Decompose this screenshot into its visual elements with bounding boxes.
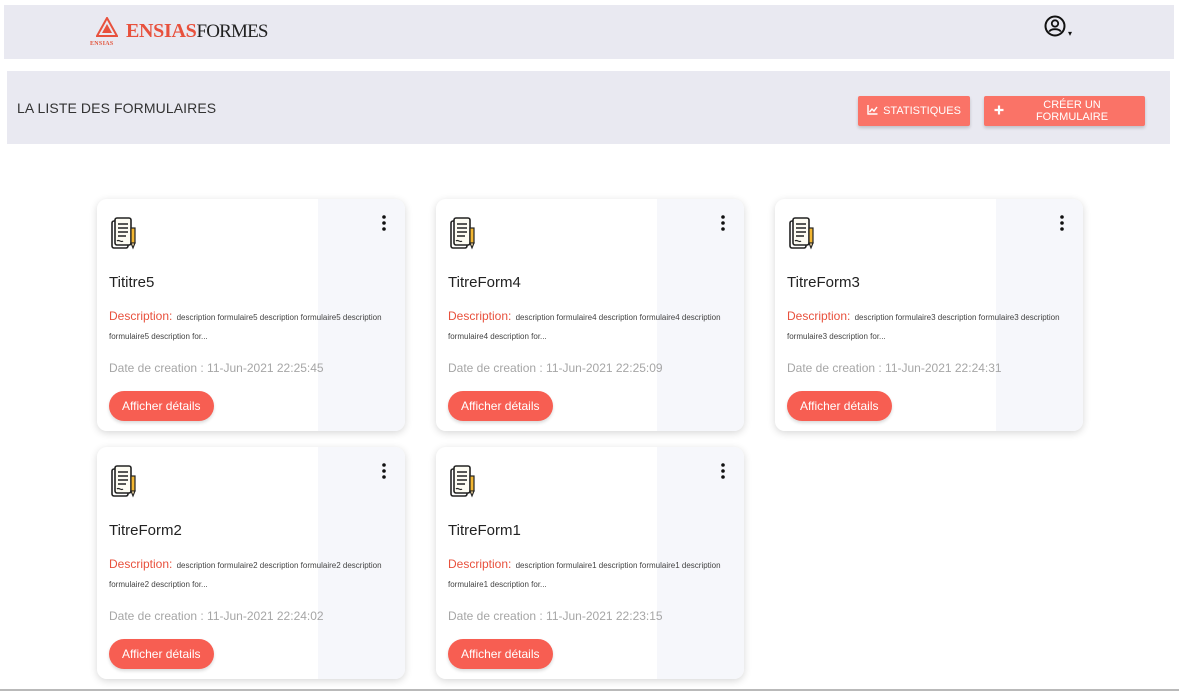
- show-details-button[interactable]: Afficher détails: [448, 639, 553, 669]
- creation-date: Date de creation : 11-Jun-2021 22:24:31: [787, 361, 1002, 375]
- document-pen-icon: [450, 465, 476, 504]
- page-title: LA LISTE DES FORMULAIRES: [17, 100, 217, 116]
- description-label: Description:: [109, 309, 173, 323]
- account-menu-button[interactable]: ▾: [1044, 15, 1072, 42]
- more-vertical-icon[interactable]: [376, 461, 392, 481]
- form-description: Description: description formulaire4 des…: [448, 307, 723, 346]
- more-vertical-icon[interactable]: [1054, 213, 1070, 233]
- document-pen-icon: [789, 217, 815, 256]
- logo-mark-text: ENSIAS: [90, 41, 114, 47]
- show-details-button[interactable]: Afficher détails: [448, 391, 553, 421]
- bottom-divider: [0, 689, 1179, 691]
- plus-icon: [994, 105, 1004, 118]
- page-header: LA LISTE DES FORMULAIRES STATISTIQUES CR…: [7, 71, 1170, 144]
- brand-name-bold: ENSIAS: [126, 20, 197, 42]
- form-card: TitreForm3 Description: description form…: [775, 199, 1083, 431]
- statistics-button-label: STATISTIQUES: [883, 105, 961, 117]
- creation-date: Date de creation : 11-Jun-2021 22:25:09: [448, 361, 663, 375]
- document-pen-icon: [111, 465, 137, 504]
- more-vertical-icon[interactable]: [715, 213, 731, 233]
- brand-logo[interactable]: ENSIAS ENSIASFORMES: [90, 17, 269, 51]
- brand-name: ENSIASFORMES: [126, 20, 269, 43]
- document-pen-icon: [450, 217, 476, 256]
- form-title: TitreForm4: [448, 274, 521, 291]
- account-circle-icon: [1044, 15, 1066, 42]
- form-card: TitreForm4 Description: description form…: [436, 199, 744, 431]
- top-navbar: ENSIAS ENSIASFORMES ▾: [4, 5, 1174, 59]
- show-details-button[interactable]: Afficher détails: [787, 391, 892, 421]
- statistics-button[interactable]: STATISTIQUES: [858, 96, 970, 126]
- creation-date: Date de creation : 11-Jun-2021 22:24:02: [109, 609, 324, 623]
- form-card: Tititre5 Description: description formul…: [97, 199, 405, 431]
- description-label: Description:: [109, 557, 173, 571]
- create-form-button[interactable]: CRÉER UN FORMULAIRE: [984, 96, 1145, 126]
- form-card: TitreForm1 Description: description form…: [436, 447, 744, 679]
- more-vertical-icon[interactable]: [376, 213, 392, 233]
- document-pen-icon: [111, 217, 137, 256]
- description-label: Description:: [448, 309, 512, 323]
- show-details-button[interactable]: Afficher détails: [109, 639, 214, 669]
- more-vertical-icon[interactable]: [715, 461, 731, 481]
- form-card: TitreForm2 Description: description form…: [97, 447, 405, 679]
- description-label: Description:: [448, 557, 512, 571]
- form-description: Description: description formulaire2 des…: [109, 555, 384, 594]
- logo-triangle-icon: ENSIAS: [90, 17, 126, 51]
- form-description: Description: description formulaire3 des…: [787, 307, 1062, 346]
- form-description: Description: description formulaire5 des…: [109, 307, 384, 346]
- create-form-button-label: CRÉER UN FORMULAIRE: [1035, 99, 1109, 123]
- form-description: Description: description formulaire1 des…: [448, 555, 723, 594]
- chevron-down-icon: ▾: [1068, 29, 1073, 38]
- description-label: Description:: [787, 309, 851, 323]
- brand-name-light: FORMES: [196, 21, 268, 42]
- creation-date: Date de creation : 11-Jun-2021 22:23:15: [448, 609, 663, 623]
- creation-date: Date de creation : 11-Jun-2021 22:25:45: [109, 361, 324, 375]
- form-title: TitreForm3: [787, 274, 860, 291]
- form-title: TitreForm1: [448, 522, 521, 539]
- show-details-button[interactable]: Afficher détails: [109, 391, 214, 421]
- chart-line-icon: [867, 104, 878, 118]
- form-title: TitreForm2: [109, 522, 182, 539]
- form-title: Tititre5: [109, 274, 155, 291]
